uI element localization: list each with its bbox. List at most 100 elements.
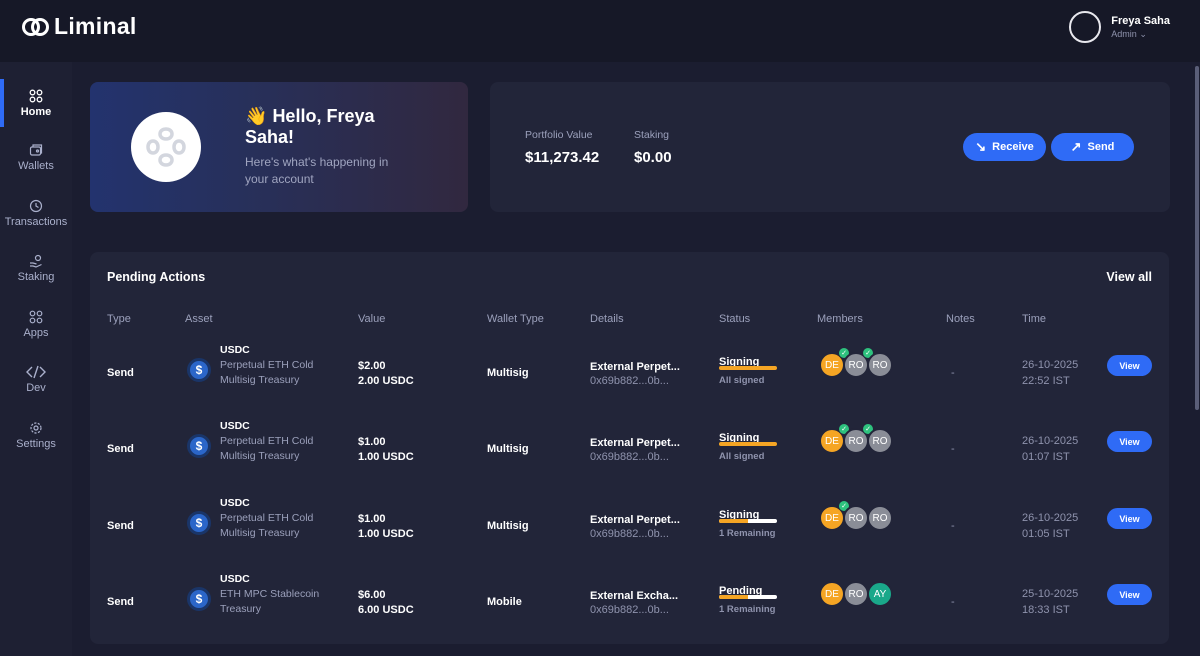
row-wallet-name: Perpetual ETH Cold Multisig Treasury	[220, 512, 314, 539]
status-progress-bar	[719, 519, 777, 523]
user-name: Freya Saha	[1111, 14, 1170, 27]
row-asset: USDC	[220, 497, 250, 509]
row-details: External Perpet...	[590, 514, 680, 526]
status-progress-fill	[719, 595, 748, 599]
row-notes: -	[951, 443, 955, 455]
table-row[interactable]: Send $ USDC Perpetual ETH Cold Multisig Tre…	[90, 489, 1169, 565]
receive-button[interactable]: ↘ Receive	[963, 133, 1046, 161]
row-date: 25-10-2025	[1022, 588, 1079, 600]
user-menu[interactable]: Freya Saha Admin ⌄	[1069, 11, 1170, 43]
pending-actions-card: Pending Actions View all Type Asset Valu…	[90, 252, 1169, 644]
home-grid-icon	[29, 89, 43, 103]
row-value: $6.00	[358, 589, 386, 601]
row-asset: USDC	[220, 573, 250, 585]
row-value: $1.00	[358, 513, 386, 525]
scrollbar-thumb[interactable]	[1195, 66, 1199, 410]
sidebar-item-apps[interactable]: Apps	[0, 300, 72, 348]
table-row[interactable]: Send $ USDC Perpetual ETH Cold Multisig Tre…	[90, 412, 1169, 488]
liminal-logo[interactable]: Liminal	[22, 13, 137, 40]
member-avatar[interactable]: RO	[867, 352, 893, 378]
member-avatar[interactable]: RO	[843, 581, 869, 607]
sidebar-item-transactions[interactable]: Transactions	[0, 189, 72, 237]
row-date: 26-10-2025	[1022, 435, 1079, 447]
column-header-members: Members	[817, 313, 863, 325]
usdc-icon: $	[187, 434, 211, 458]
wallet-icon	[29, 143, 43, 157]
apps-icon	[29, 310, 43, 324]
clock-icon	[29, 199, 43, 213]
row-details: External Excha...	[590, 590, 679, 602]
sidebar-item-label: Settings	[16, 437, 56, 450]
logo-icon	[22, 15, 50, 39]
row-time: 01:05 IST	[1022, 528, 1070, 540]
user-role: Admin ⌄	[1111, 28, 1147, 39]
status-progress-fill	[719, 442, 777, 446]
row-asset: USDC	[220, 420, 250, 432]
staking-label: Staking	[634, 129, 670, 141]
row-value: $1.00	[358, 436, 386, 448]
view-all-link[interactable]: View all	[1106, 270, 1152, 284]
column-header-wallet-type: Wallet Type	[487, 313, 544, 325]
member-avatar[interactable]: RO	[843, 505, 869, 531]
row-wallet-type: Mobile	[487, 596, 522, 608]
column-header-status: Status	[719, 313, 751, 325]
row-notes: -	[951, 367, 955, 379]
table-row[interactable]: Send $ USDC ETH MPC Stablecoin Treasury $6.0…	[90, 565, 1169, 641]
column-header-type: Type	[107, 313, 131, 325]
member-avatar[interactable]: DE	[819, 581, 845, 607]
column-header-asset: Asset	[185, 313, 213, 325]
member-avatar[interactable]: RO	[867, 505, 893, 531]
view-button[interactable]: View	[1107, 355, 1152, 376]
top-bar: Liminal Freya Saha Admin ⌄	[0, 0, 1200, 62]
arrow-down-right-icon: ↘	[975, 139, 987, 154]
sidebar-item-label: Home	[20, 105, 52, 118]
chevron-down-icon: ⌄	[1139, 28, 1147, 39]
profile-coin-icon	[131, 112, 201, 182]
member-avatar[interactable]: AY	[867, 581, 893, 607]
row-type: Send	[107, 520, 134, 532]
view-button[interactable]: View	[1107, 431, 1152, 452]
view-button[interactable]: View	[1107, 584, 1152, 605]
view-button[interactable]: View	[1107, 508, 1152, 529]
scrollbar[interactable]	[1194, 62, 1200, 656]
avatar	[1069, 11, 1102, 43]
sidebar-item-label: Dev	[26, 381, 46, 394]
row-status-sub: All signed	[719, 451, 765, 462]
column-header-details: Details	[590, 313, 624, 325]
status-progress-fill	[719, 366, 777, 370]
row-wallet-type: Multisig	[487, 520, 529, 532]
sidebar-item-label: Wallets	[18, 159, 54, 172]
send-button[interactable]: ↗ Send	[1051, 133, 1134, 161]
sidebar-item-label: Transactions	[4, 215, 68, 228]
row-date: 26-10-2025	[1022, 359, 1079, 371]
brand-name: Liminal	[54, 13, 137, 39]
column-header-time: Time	[1022, 313, 1047, 325]
table-row[interactable]: Send $ USDC Perpetual ETH Cold Multisig Tre…	[90, 336, 1169, 412]
portfolio-value: $11,273.42	[525, 149, 600, 166]
greeting-subtitle: Here's what's happening in your account	[245, 155, 389, 186]
row-wallet-type: Multisig	[487, 367, 529, 379]
row-address: 0x69b882...0b...	[590, 528, 669, 540]
sidebar-item-home[interactable]: Home	[0, 79, 72, 127]
portfolio-value-label: Portfolio Value	[525, 129, 593, 141]
sidebar-item-dev[interactable]: Dev	[0, 355, 72, 403]
wave-icon: 👋	[245, 106, 268, 126]
row-status-sub: 1 Remaining	[719, 604, 776, 615]
greeting-title: 👋 Hello, Freya Saha!	[245, 106, 375, 147]
row-date: 26-10-2025	[1022, 512, 1079, 524]
sidebar: Home Wallets Transactions Staking Apps D…	[0, 62, 72, 656]
status-progress-bar	[719, 366, 777, 370]
row-type: Send	[107, 367, 134, 379]
row-time: 22:52 IST	[1022, 375, 1070, 387]
row-time: 01:07 IST	[1022, 451, 1070, 463]
staking-value: $0.00	[634, 149, 672, 166]
sidebar-item-staking[interactable]: Staking	[0, 244, 72, 292]
row-wallet-type: Multisig	[487, 443, 529, 455]
member-avatar[interactable]: RO	[867, 428, 893, 454]
sidebar-item-settings[interactable]: Settings	[0, 411, 72, 459]
row-details: External Perpet...	[590, 437, 680, 449]
row-asset: USDC	[220, 344, 250, 356]
sidebar-item-wallets[interactable]: Wallets	[0, 133, 72, 181]
row-time: 18:33 IST	[1022, 604, 1070, 616]
portfolio-card: Portfolio Value $11,273.42 Staking $0.00…	[490, 82, 1170, 212]
